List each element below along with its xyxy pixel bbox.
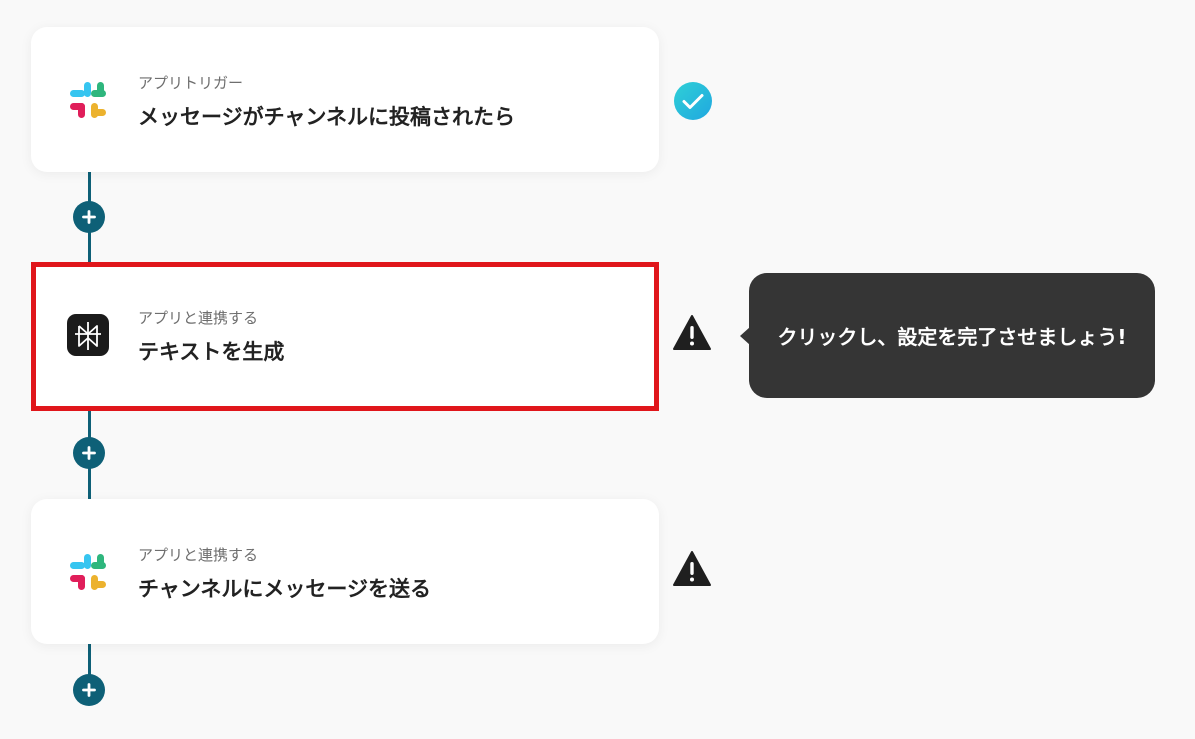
perplexity-icon bbox=[67, 314, 109, 356]
add-step-button[interactable] bbox=[73, 201, 105, 233]
setup-tooltip: クリックし、設定を完了させましょう! bbox=[740, 273, 1155, 398]
flow-step-generate-text[interactable]: アプリと連携する テキストを生成 bbox=[31, 262, 659, 411]
warning-triangle-icon bbox=[673, 315, 711, 350]
warning-triangle-icon bbox=[673, 551, 711, 586]
slack-icon bbox=[70, 554, 106, 590]
step-kind-label: アプリと連携する bbox=[138, 309, 259, 327]
flow-connector-line bbox=[88, 644, 91, 676]
plus-icon bbox=[82, 210, 96, 224]
check-circle-icon bbox=[674, 82, 712, 120]
slack-icon bbox=[70, 82, 106, 118]
flow-step-send-message[interactable]: アプリと連携する チャンネルにメッセージを送る bbox=[31, 499, 659, 644]
flow-editor-canvas: { "steps": [ { "kind": "アプリトリガー", "title… bbox=[0, 0, 1195, 739]
tooltip-text: クリックし、設定を完了させましょう! bbox=[777, 325, 1127, 349]
step-kind-label: アプリトリガー bbox=[138, 74, 244, 92]
step-title: テキストを生成 bbox=[138, 340, 285, 364]
flow-step-trigger[interactable]: アプリトリガー メッセージがチャンネルに投稿されたら bbox=[31, 27, 659, 172]
tooltip-arrow bbox=[740, 327, 750, 345]
step-kind-label: アプリと連携する bbox=[138, 546, 259, 564]
plus-icon bbox=[82, 683, 96, 697]
step-title: チャンネルにメッセージを送る bbox=[138, 577, 431, 601]
step-title: メッセージがチャンネルに投稿されたら bbox=[138, 105, 515, 129]
plus-icon bbox=[82, 446, 96, 460]
add-step-button[interactable] bbox=[73, 674, 105, 706]
add-step-button[interactable] bbox=[73, 437, 105, 469]
